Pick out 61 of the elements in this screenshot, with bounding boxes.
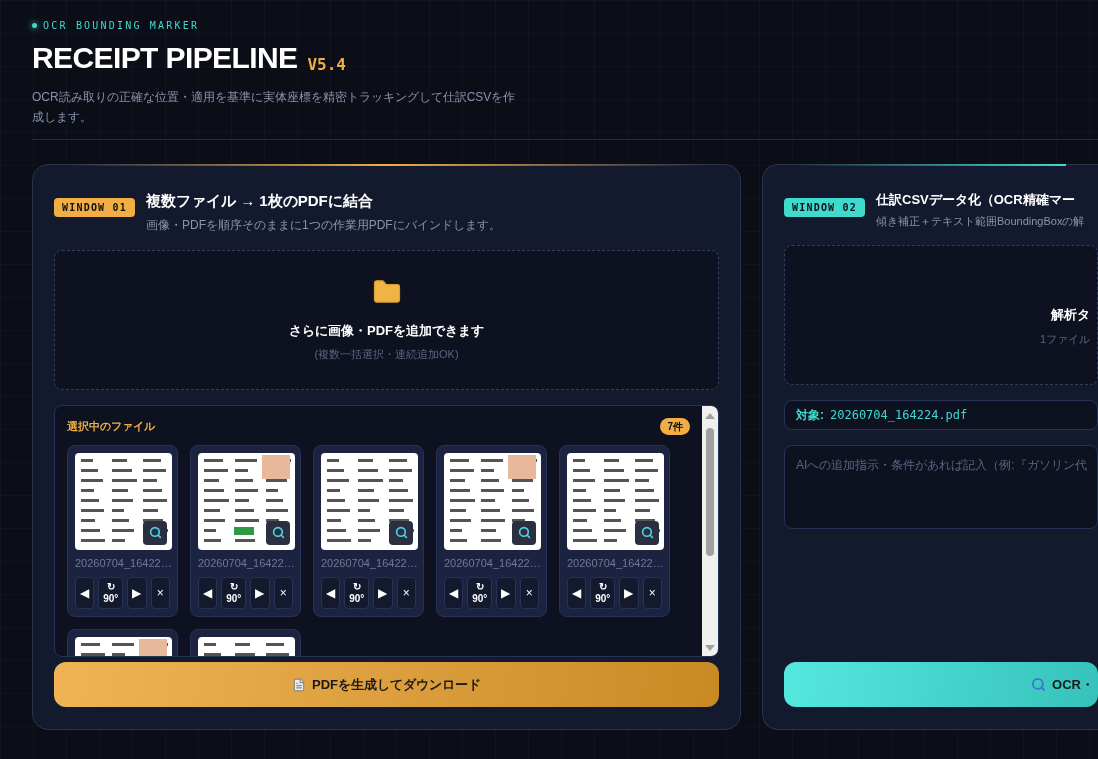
page-description: OCR読み取りの正確な位置・適用を基準に実体座標を精密トラッキングして仕訳CSVを作成します。 — [32, 89, 517, 126]
file-control-button[interactable]: ◀ — [444, 576, 464, 609]
search-icon — [640, 526, 654, 539]
drop-zone[interactable]: さらに画像・PDFを追加できます (複数一括選択・連続追加OK) — [54, 249, 719, 390]
file-name: 20260704_16422… — [444, 557, 539, 569]
file-name: 20260704_16422… — [321, 557, 416, 569]
file-control-button[interactable]: ◀ — [75, 576, 95, 609]
rotate-button[interactable]: ↻ 90° — [98, 576, 124, 609]
search-icon — [1031, 677, 1047, 692]
search-icon — [271, 526, 285, 539]
eyebrow-label: OCR BOUNDING MARKER — [43, 19, 200, 33]
drop-zone-title: 解析タ — [1051, 306, 1090, 324]
instructions-field[interactable]: AIへの追加指示・条件があれば記入（例:『ガソリン代 — [784, 445, 1098, 529]
file-control-button[interactable]: ▶ — [250, 576, 270, 609]
window-badge: WINDOW 02 — [784, 198, 865, 217]
preview-button[interactable] — [143, 520, 167, 545]
drop-zone-hint: (複数一括選択・連続追加OK) — [314, 347, 459, 362]
file-control-button[interactable]: ▶ — [373, 576, 393, 609]
scrollbar[interactable] — [702, 405, 718, 656]
drop-zone-hint: 1ファイル — [1039, 331, 1090, 347]
window-subtitle: 画像・PDFを順序そのままに1つの作業用PDFにバインドします。 — [146, 216, 501, 234]
file-control-button[interactable]: ◀ — [321, 576, 341, 609]
window-title: 仕訳CSVデータ化（OCR精確マー — [876, 191, 1076, 209]
preview-button[interactable] — [266, 520, 290, 545]
ocr-button[interactable]: OCR・ — [784, 662, 1098, 707]
search-icon — [517, 526, 531, 539]
search-icon — [394, 526, 408, 539]
window-badge: WINDOW 01 — [54, 198, 135, 217]
file-control-button[interactable]: × — [273, 576, 293, 609]
file-list-heading: 選択中のファイル — [67, 418, 155, 434]
drop-zone-title: さらに画像・PDFを追加できます — [289, 321, 484, 340]
window-title: 複数ファイル → 1枚のPDFに結合 — [146, 191, 374, 211]
page-title: RECEIPT PIPELINE — [32, 43, 298, 73]
preview-button[interactable] — [389, 520, 413, 545]
generate-pdf-button[interactable]: PDFを生成してダウンロード — [54, 662, 719, 707]
document-icon — [292, 677, 306, 692]
window-subtitle: 傾き補正＋テキスト範囲BoundingBoxの解 — [876, 213, 1085, 229]
file-control-button[interactable]: ◀ — [198, 576, 218, 609]
file-name: 20260704_16422… — [75, 557, 170, 569]
search-icon — [148, 526, 162, 539]
file-control-button[interactable]: ◀ — [567, 576, 587, 609]
rotate-button[interactable]: ↻ 90° — [344, 576, 370, 609]
preview-button[interactable] — [635, 520, 659, 545]
file-name: 20260704_16422… — [567, 557, 662, 569]
file-control-button[interactable]: × — [519, 576, 539, 609]
file-control-button[interactable]: ▶ — [127, 576, 147, 609]
preview-button[interactable] — [512, 520, 536, 545]
file-control-button[interactable]: × — [396, 576, 416, 609]
target-file-name: 20260704_164224.pdf — [830, 407, 968, 424]
file-control-button[interactable]: ▶ — [496, 576, 516, 609]
file-name: 20260704_16422… — [198, 557, 293, 569]
file-control-button[interactable]: × — [642, 576, 662, 609]
rotate-button[interactable]: ↻ 90° — [467, 576, 493, 609]
version-label: V5.4 — [307, 57, 346, 73]
rotate-button[interactable]: ↻ 90° — [221, 576, 247, 609]
file-control-button[interactable]: ▶ — [619, 576, 639, 609]
drop-zone[interactable]: 解析タ 1ファイル — [784, 245, 1098, 385]
target-label: 対象: — [796, 407, 824, 424]
rotate-button[interactable]: ↻ 90° — [590, 576, 616, 609]
file-control-button[interactable]: × — [150, 576, 170, 609]
file-count-badge: 7件 — [660, 417, 690, 435]
